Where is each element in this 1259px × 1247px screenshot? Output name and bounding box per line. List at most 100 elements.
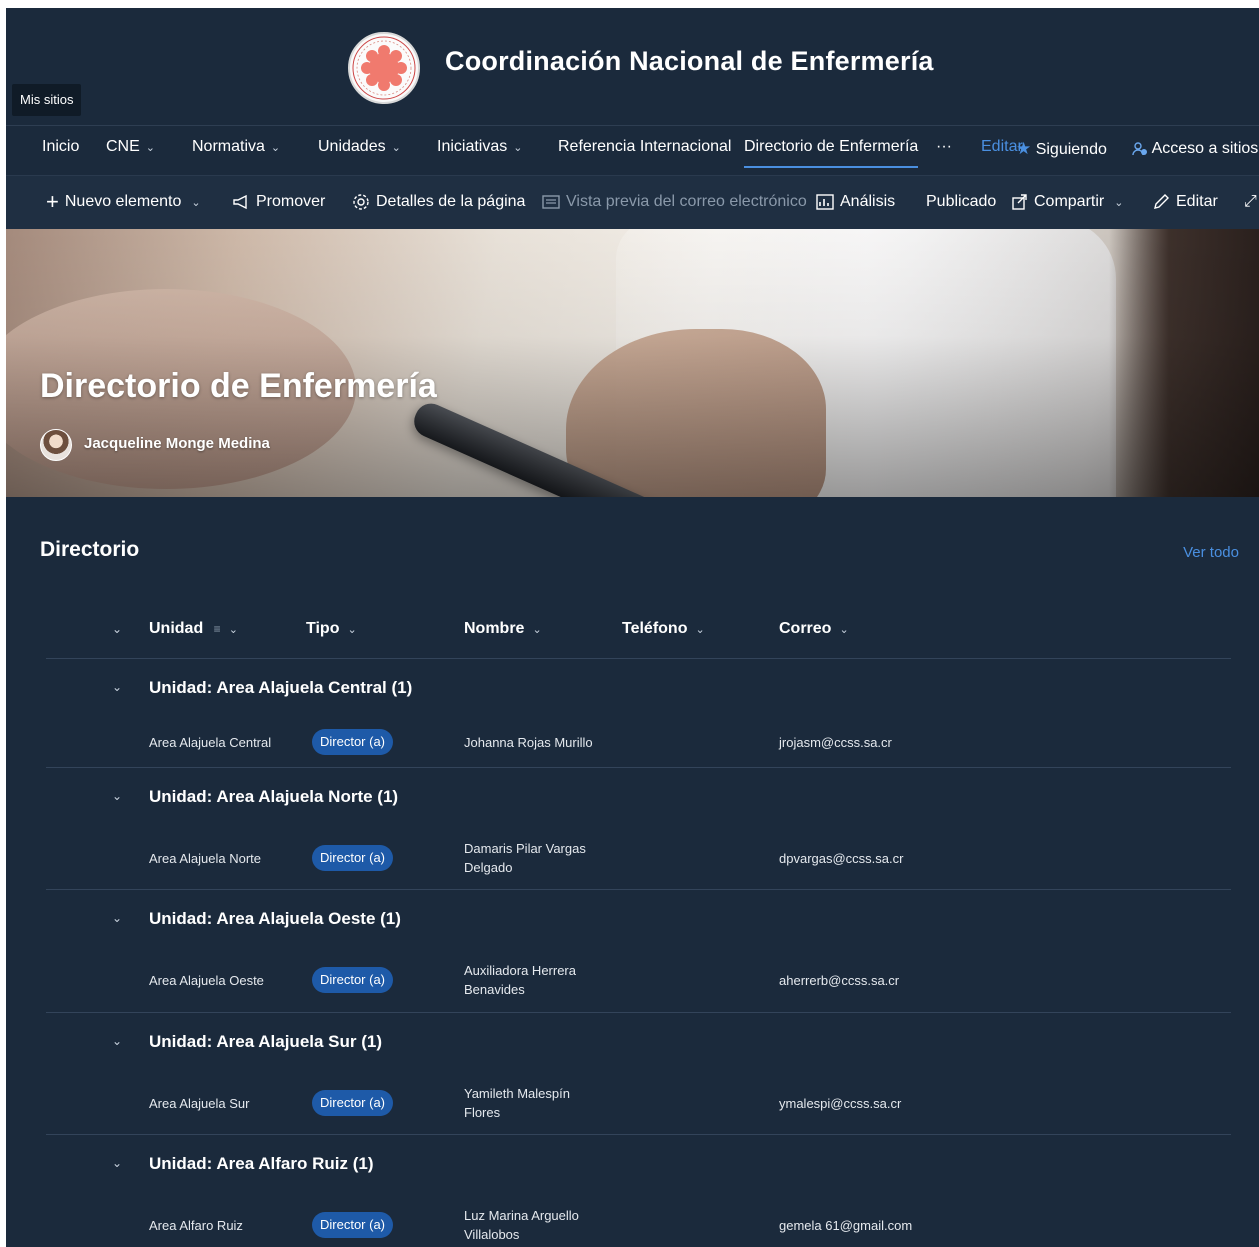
group-header[interactable]: Unidad: Area Alajuela Oeste (1)	[149, 909, 401, 929]
type-badge: Director (a)	[312, 845, 394, 871]
email-preview-label: Vista previa del correo electrónico	[566, 193, 807, 210]
site-access-label: Acceso a sitios	[1151, 140, 1259, 157]
group-collapse-chevron-icon[interactable]: ⌄	[112, 1156, 122, 1170]
follow-label: Siguiendo	[1035, 141, 1107, 158]
cell-name[interactable]: Yamileth Malespín Flores	[464, 1084, 570, 1122]
group-header[interactable]: Unidad: Area Alajuela Norte (1)	[149, 787, 398, 807]
nav-item-inicio[interactable]: Inicio	[42, 126, 79, 174]
cell-email[interactable]: dpvargas@ccss.sa.cr	[779, 849, 903, 868]
page-details-label: Detalles de la página	[376, 193, 526, 210]
chevron-down-icon: ⌄	[839, 624, 849, 636]
page-details-button[interactable]: Detalles de la página	[352, 176, 525, 230]
command-bar: + Nuevo elemento ⌄ Promover Detalles de la…	[6, 175, 1259, 230]
column-header-label: Nombre	[464, 620, 525, 637]
group-collapse-chevron-icon[interactable]: ⌄	[112, 789, 122, 803]
site-access-button[interactable]: Acceso a sitios	[1132, 126, 1258, 174]
analytics-button[interactable]: Análisis	[816, 176, 895, 230]
list-group: ⌄ Unidad: Area Alajuela Sur (1) Area Ala…	[46, 1012, 1231, 1135]
hero-banner: Directorio de Enfermería Jacqueline Mong…	[6, 229, 1259, 497]
cell-email[interactable]: ymalespi@ccss.sa.cr	[779, 1094, 901, 1113]
author-name[interactable]: Jacqueline Monge Medina	[84, 435, 270, 452]
column-header-label: Teléfono	[622, 620, 688, 637]
column-header-label: Unidad	[149, 620, 204, 637]
name-line: Yamileth Malespín	[464, 1086, 570, 1101]
group-collapse-chevron-icon[interactable]: ⌄	[112, 680, 122, 694]
group-by-icon: ≡	[213, 622, 221, 636]
analytics-icon	[816, 194, 834, 210]
new-item-button[interactable]: + Nuevo elemento ⌄	[46, 176, 201, 230]
type-badge: Director (a)	[312, 1090, 394, 1116]
column-header-email[interactable]: Correo ⌄	[779, 620, 849, 638]
gear-icon	[353, 194, 369, 210]
nav-item-label: Normativa	[192, 138, 265, 155]
cell-email[interactable]: jrojasm@ccss.sa.cr	[779, 733, 892, 752]
edit-label: Editar	[1176, 193, 1218, 210]
nav-more-button[interactable]: ···	[936, 126, 952, 174]
column-header-type[interactable]: Tipo ⌄	[306, 620, 357, 638]
list-header: ⌄ Unidad ≡ ⌄ Tipo ⌄ Nombre ⌄ Teléfono ⌄ Corr…	[46, 606, 1231, 659]
chevron-down-icon: ⌄	[145, 142, 155, 154]
name-line: Johanna Rojas Murillo	[464, 735, 593, 750]
analytics-label: Análisis	[840, 193, 896, 210]
pencil-icon	[1154, 193, 1169, 209]
group-header[interactable]: Unidad: Area Alajuela Central (1)	[149, 678, 412, 698]
cell-name[interactable]: Johanna Rojas Murillo	[464, 733, 593, 752]
group-header[interactable]: Unidad: Area Alajuela Sur (1)	[149, 1032, 382, 1052]
cell-name[interactable]: Auxiliadora Herrera Benavides	[464, 961, 576, 999]
collapse-all-chevron-icon[interactable]: ⌄	[112, 622, 122, 636]
my-sites-tooltip: Mis sitios	[12, 84, 82, 116]
type-badge: Director (a)	[312, 1212, 394, 1238]
cell-email[interactable]: gemela 61@gmail.com	[779, 1216, 912, 1235]
list-group: ⌄ Unidad: Area Alajuela Central (1) Area…	[46, 658, 1231, 768]
chevron-down-icon: ⌄	[391, 142, 401, 154]
published-status: Publicado	[926, 193, 997, 210]
name-line: Flores	[464, 1105, 501, 1120]
promote-label: Promover	[256, 193, 326, 210]
cell-unit: Area Alajuela Norte	[149, 851, 262, 866]
expand-icon[interactable]: ⤢	[1244, 176, 1257, 230]
column-header-name[interactable]: Nombre ⌄	[464, 620, 542, 638]
name-line: Delgado	[464, 860, 513, 875]
nav-item-directorio[interactable]: Directorio de Enfermería	[744, 126, 919, 174]
nav-item-label: Inicio	[42, 138, 80, 155]
site-header: Mis sitios Coordinación Nacional de Enfe…	[6, 8, 1259, 125]
site-logo[interactable]	[348, 32, 420, 104]
promote-button[interactable]: Promover	[232, 176, 325, 230]
sharepoint-window: Mis sitios Coordinación Nacional de Enfe…	[6, 8, 1259, 1247]
nav-item-iniciativas[interactable]: Iniciativas ⌄	[437, 126, 522, 174]
chevron-down-icon: ⌄	[347, 624, 357, 636]
share-button[interactable]: Compartir ⌄	[1012, 176, 1123, 230]
see-all-link[interactable]: Ver todo	[1183, 544, 1239, 561]
site-title[interactable]: Coordinación Nacional de Enfermería	[445, 46, 934, 77]
star-icon: ★	[1016, 139, 1032, 158]
nav-item-label: Directorio de Enfermería	[744, 138, 919, 155]
group-collapse-chevron-icon[interactable]: ⌄	[112, 1034, 122, 1048]
nav-item-cne[interactable]: CNE ⌄	[106, 126, 155, 174]
chevron-down-icon: ⌄	[695, 624, 705, 636]
cell-name[interactable]: Luz Marina Arguello Villalobos	[464, 1206, 579, 1244]
top-navigation: Inicio CNE ⌄ Normativa ⌄ Unidades ⌄ Iniciat…	[6, 125, 1259, 176]
column-header-unit[interactable]: Unidad ≡ ⌄	[149, 620, 238, 638]
chevron-down-icon: ⌄	[228, 624, 238, 636]
cell-unit: Area Alajuela Central	[149, 735, 272, 750]
email-preview-button[interactable]: Vista previa del correo electrónico	[542, 176, 807, 230]
cell-name[interactable]: Damaris Pilar Vargas Delgado	[464, 839, 586, 877]
cell-email[interactable]: aherrerb@ccss.sa.cr	[779, 971, 899, 990]
nav-item-label: Unidades	[318, 138, 386, 155]
edit-button[interactable]: Editar	[1152, 176, 1218, 230]
nav-item-label: Iniciativas	[437, 138, 508, 155]
nav-item-normativa[interactable]: Normativa ⌄	[192, 126, 280, 174]
cell-unit: Area Alajuela Oeste	[149, 973, 264, 988]
megaphone-icon	[233, 194, 247, 209]
author-avatar[interactable]	[40, 429, 72, 461]
group-header[interactable]: Unidad: Area Alfaro Ruiz (1)	[149, 1154, 373, 1174]
chevron-down-icon: ⌄	[1114, 197, 1124, 209]
column-header-phone[interactable]: Teléfono ⌄	[622, 620, 705, 638]
list-group: ⌄ Unidad: Area Alfaro Ruiz (1) Area Alfa…	[46, 1134, 1231, 1247]
nav-item-referencia-internacional[interactable]: Referencia Internacional	[558, 126, 731, 174]
group-collapse-chevron-icon[interactable]: ⌄	[112, 911, 122, 925]
nav-item-unidades[interactable]: Unidades ⌄	[318, 126, 401, 174]
hero-overlay	[6, 229, 1259, 497]
new-item-label: Nuevo elemento	[64, 193, 182, 211]
follow-button[interactable]: ★ Siguiendo	[1016, 126, 1107, 174]
